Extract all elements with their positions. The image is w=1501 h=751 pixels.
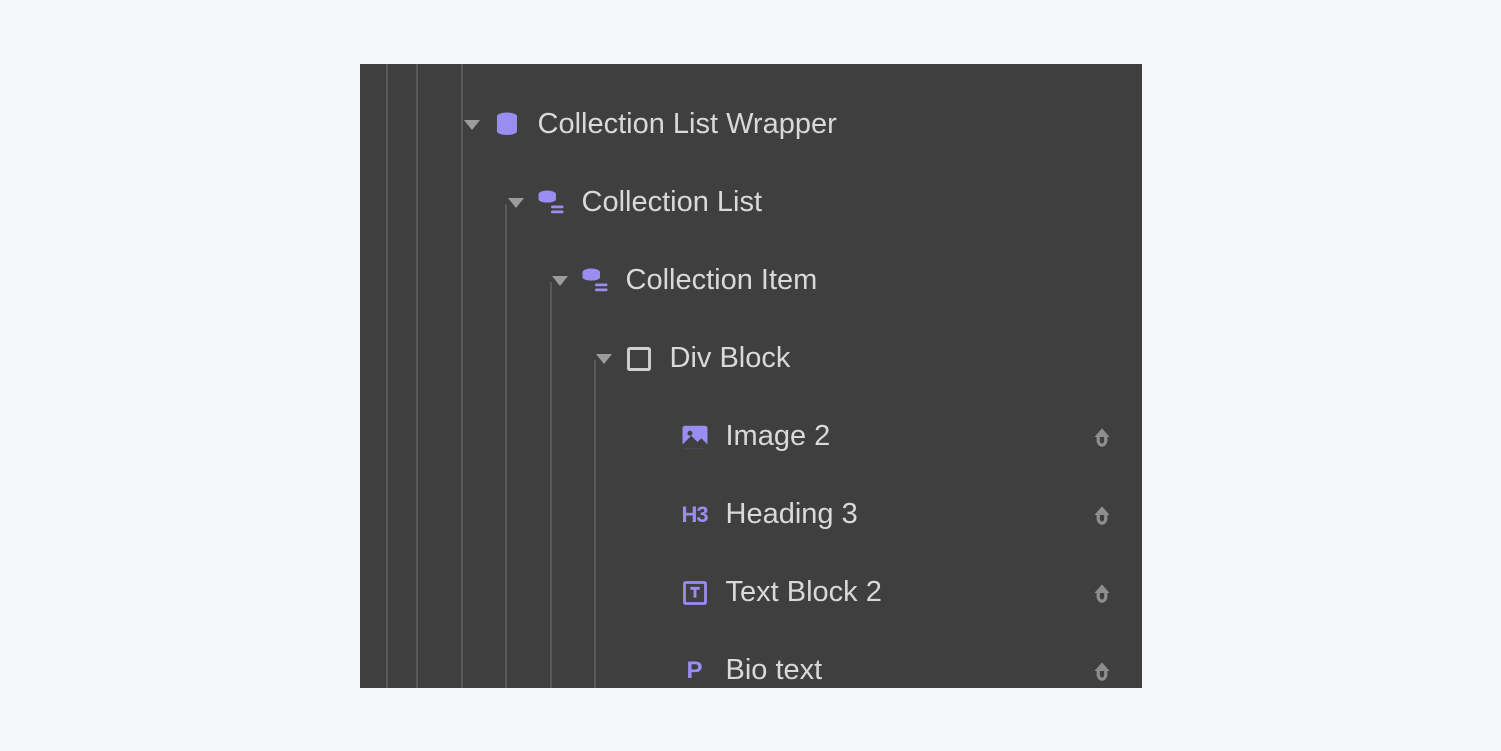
navigator-panel: Collection List Wrapper Collection List …: [360, 64, 1142, 688]
binding-icon[interactable]: [1086, 577, 1118, 609]
element-tree: Collection List Wrapper Collection List …: [360, 64, 1142, 688]
tree-node-text-block-2[interactable]: Text Block 2: [360, 554, 1142, 632]
node-label: Image 2: [726, 420, 831, 453]
tree-node-heading-3[interactable]: H3 Heading 3: [360, 476, 1142, 554]
binding-icon[interactable]: [1086, 499, 1118, 531]
database-icon: [490, 108, 524, 142]
database-list-icon: [578, 264, 612, 298]
chevron-down-icon[interactable]: [596, 354, 612, 364]
chevron-down-icon[interactable]: [508, 198, 524, 208]
node-label: Text Block 2: [726, 576, 882, 609]
tree-node-div-block[interactable]: Div Block: [360, 320, 1142, 398]
tree-node-collection-list[interactable]: Collection List: [360, 164, 1142, 242]
paragraph-icon: P: [678, 654, 712, 688]
text-block-icon: [678, 576, 712, 610]
database-list-icon: [534, 186, 568, 220]
tree-node-collection-item[interactable]: Collection Item: [360, 242, 1142, 320]
chevron-down-icon[interactable]: [552, 276, 568, 286]
node-label: Collection Item: [626, 264, 818, 297]
tree-node-image-2[interactable]: Image 2: [360, 398, 1142, 476]
node-label: Bio text: [726, 654, 823, 687]
node-label: Heading 3: [726, 498, 858, 531]
node-label: Collection List: [582, 186, 763, 219]
chevron-down-icon[interactable]: [464, 120, 480, 130]
tree-node-bio-text[interactable]: P Bio text: [360, 632, 1142, 688]
node-label: Collection List Wrapper: [538, 108, 837, 141]
binding-icon[interactable]: [1086, 421, 1118, 453]
node-label: Div Block: [670, 342, 791, 375]
tree-node-collection-list-wrapper[interactable]: Collection List Wrapper: [360, 86, 1142, 164]
h3-icon: H3: [678, 498, 712, 532]
image-icon: [678, 420, 712, 454]
box-icon: [622, 342, 656, 376]
binding-icon[interactable]: [1086, 655, 1118, 687]
